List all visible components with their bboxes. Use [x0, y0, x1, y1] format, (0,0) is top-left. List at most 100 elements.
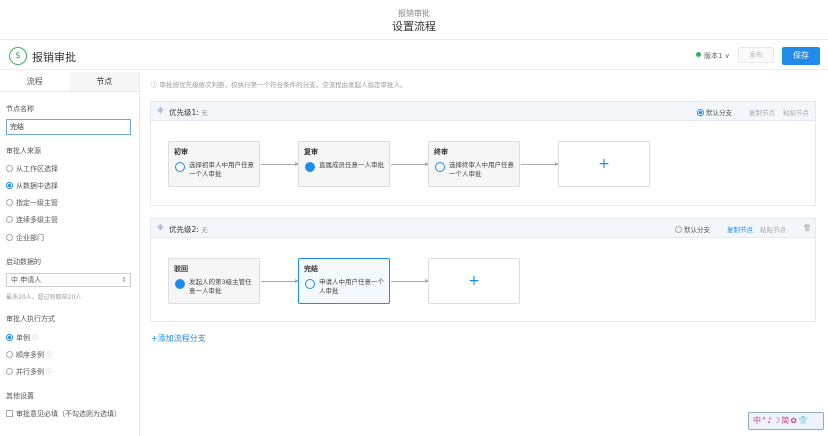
add-branch-link[interactable]: +添加流程分支 [151, 333, 206, 344]
node-title: 初审 [174, 148, 188, 156]
radio-icon [6, 165, 13, 172]
process-name: 报销审批 [32, 51, 76, 64]
arrow-connector [391, 279, 429, 283]
node-name-input[interactable]: 完结 [6, 119, 131, 135]
source-option-dept[interactable]: 企业部门 [6, 233, 44, 243]
node-desc: 直属成员任意一人审批 [319, 161, 384, 169]
paste-node-link[interactable]: 粘贴节点 [783, 107, 809, 117]
exec-option-single[interactable]: 单例 ⓘ [6, 333, 38, 343]
lane-condition: 无 [201, 226, 208, 234]
version-select[interactable]: 版本1 ∨ [696, 51, 730, 61]
option-label: 并行多例 [16, 368, 44, 376]
radio-icon [6, 199, 13, 206]
node-desc: 发起人的第3级主管任意一人审批 [189, 278, 252, 295]
option-label: 从数据中选择 [16, 182, 58, 190]
source-option-multilevel[interactable]: 连续多级主管 [6, 215, 58, 225]
radio-icon [6, 216, 13, 223]
node-title: 终审 [434, 148, 448, 156]
arrow-connector [261, 162, 299, 166]
checkbox-icon [6, 410, 13, 417]
priority-lane-2: ✥ 优先级2: 无 默认分支 复制节点 粘贴节点 🗑 驳回 发起人的第3级主管任… [150, 218, 816, 322]
help-icon[interactable]: ⓘ [32, 335, 38, 342]
opinion-required-checkbox[interactable]: 审批意见必填（不勾选则为选填） [6, 409, 121, 419]
option-label: 单例 [16, 334, 30, 342]
paste-node-link[interactable]: 粘贴节点 [760, 224, 786, 234]
add-node-button[interactable]: + [558, 141, 650, 187]
lane-title: 优先级2: 无 [169, 224, 208, 235]
user-icon [435, 162, 445, 172]
node-desc: 选择终审人中用户任意一个人审批 [449, 161, 514, 178]
exec-option-sequence[interactable]: 顺序多例 ⓘ [6, 350, 52, 360]
dataset-hint: 最多20人，超过则取前20人 [6, 294, 82, 301]
radio-icon [6, 351, 13, 358]
add-node-button[interactable]: + [428, 258, 520, 304]
other-settings-label: 其他设置 [6, 392, 34, 400]
status-dot-icon [696, 52, 701, 57]
node-name-label: 节点名称 [6, 105, 34, 113]
lane-title-text: 优先级2: [169, 225, 199, 234]
flow-node[interactable]: 驳回 发起人的第3级主管任意一人审批 [168, 258, 260, 304]
node-title: 复审 [304, 148, 318, 156]
dollar-icon: $ [9, 47, 27, 65]
ime-toolbar[interactable]: 中°♪☽简✿👕 [748, 412, 824, 430]
flow-node-selected[interactable]: 完结 申请人中用户任意一个人审批 [298, 258, 390, 304]
info-tip: ⓘ 审批按优先级依次判断，仅执行第一个符合条件的分支，空流程由发起人指定审批人。 [151, 79, 407, 89]
help-icon[interactable]: ⓘ [46, 369, 52, 376]
panel-tabs: 流程 节点 [0, 72, 139, 92]
source-option-data[interactable]: 从数据中选择 [6, 181, 58, 191]
trash-icon[interactable]: 🗑 [803, 224, 811, 232]
flow-node[interactable]: 终审 选择终审人中用户任意一个人审批 [428, 141, 520, 187]
exec-option-parallel[interactable]: 并行多例 ⓘ [6, 367, 52, 377]
dataset-value: 中 申请人 [11, 276, 42, 284]
radio-icon [6, 234, 13, 241]
option-label: 企业部门 [16, 234, 44, 242]
arrow-connector [261, 279, 299, 283]
source-label: 审批人来源 [6, 147, 41, 155]
lane-header: ✥ 优先级1: 无 默认分支 复制节点 粘贴节点 [151, 102, 815, 121]
drag-handle-icon[interactable]: ✥ [157, 106, 164, 115]
help-icon[interactable]: ⓘ [46, 352, 52, 359]
copy-node-link[interactable]: 复制节点 [727, 224, 753, 234]
radio-selected-icon [6, 182, 13, 189]
radio-selected-icon [697, 109, 704, 116]
top-bar: 报销审批 设置流程 [0, 0, 828, 40]
team-icon [305, 162, 315, 172]
option-label: 从工作区选择 [16, 165, 58, 173]
user-icon [305, 279, 315, 289]
dataset-select[interactable]: 中 申请人 ⇕ [6, 273, 131, 287]
lane-title-text: 优先级1: [169, 108, 199, 117]
radio-selected-icon [6, 334, 13, 341]
arrow-connector [391, 162, 429, 166]
tab-flow[interactable]: 流程 [0, 72, 70, 91]
lane-title: 优先级1: 无 [169, 107, 208, 118]
checkbox-label: 审批意见必填（不勾选则为选填） [16, 410, 121, 418]
manager-icon [175, 279, 185, 289]
node-settings-panel: 流程 节点 节点名称 完结 审批人来源 从工作区选择 从数据中选择 指定一级主管… [0, 72, 140, 436]
tab-node[interactable]: 节点 [69, 72, 139, 91]
drag-handle-icon[interactable]: ✥ [157, 223, 164, 232]
default-branch-radio[interactable]: 默认分支 [675, 224, 710, 234]
flow-node[interactable]: 复审 直属成员任意一人审批 [298, 141, 390, 187]
lane-header: ✥ 优先级2: 无 默认分支 复制节点 粘贴节点 🗑 [151, 219, 815, 238]
save-button[interactable]: 保存 [782, 47, 820, 65]
publish-button[interactable]: 发布 [738, 47, 774, 63]
user-icon [175, 162, 185, 172]
lane-condition: 无 [201, 109, 208, 117]
source-option-level1[interactable]: 指定一级主管 [6, 198, 58, 208]
node-desc: 申请人中用户任意一个人审批 [319, 278, 384, 295]
default-branch-label: 默认分支 [684, 226, 710, 234]
arrow-connector [521, 162, 559, 166]
dataset-label: 启动数据的 [6, 258, 41, 266]
flow-node[interactable]: 初审 选择初审人中用户任意一个人审批 [168, 141, 260, 187]
node-desc: 选择初审人中用户任意一个人审批 [189, 161, 254, 178]
chevron-updown-icon: ⇕ [121, 276, 127, 284]
default-branch-radio[interactable]: 默认分支 [697, 107, 732, 117]
source-option-workspace[interactable]: 从工作区选择 [6, 164, 58, 174]
radio-icon [6, 368, 13, 375]
copy-node-link[interactable]: 复制节点 [749, 107, 775, 117]
node-title: 完结 [304, 265, 318, 273]
default-branch-label: 默认分支 [706, 109, 732, 117]
radio-icon [675, 226, 682, 233]
option-label: 指定一级主管 [16, 199, 58, 207]
version-label: 版本1 ∨ [704, 52, 730, 60]
